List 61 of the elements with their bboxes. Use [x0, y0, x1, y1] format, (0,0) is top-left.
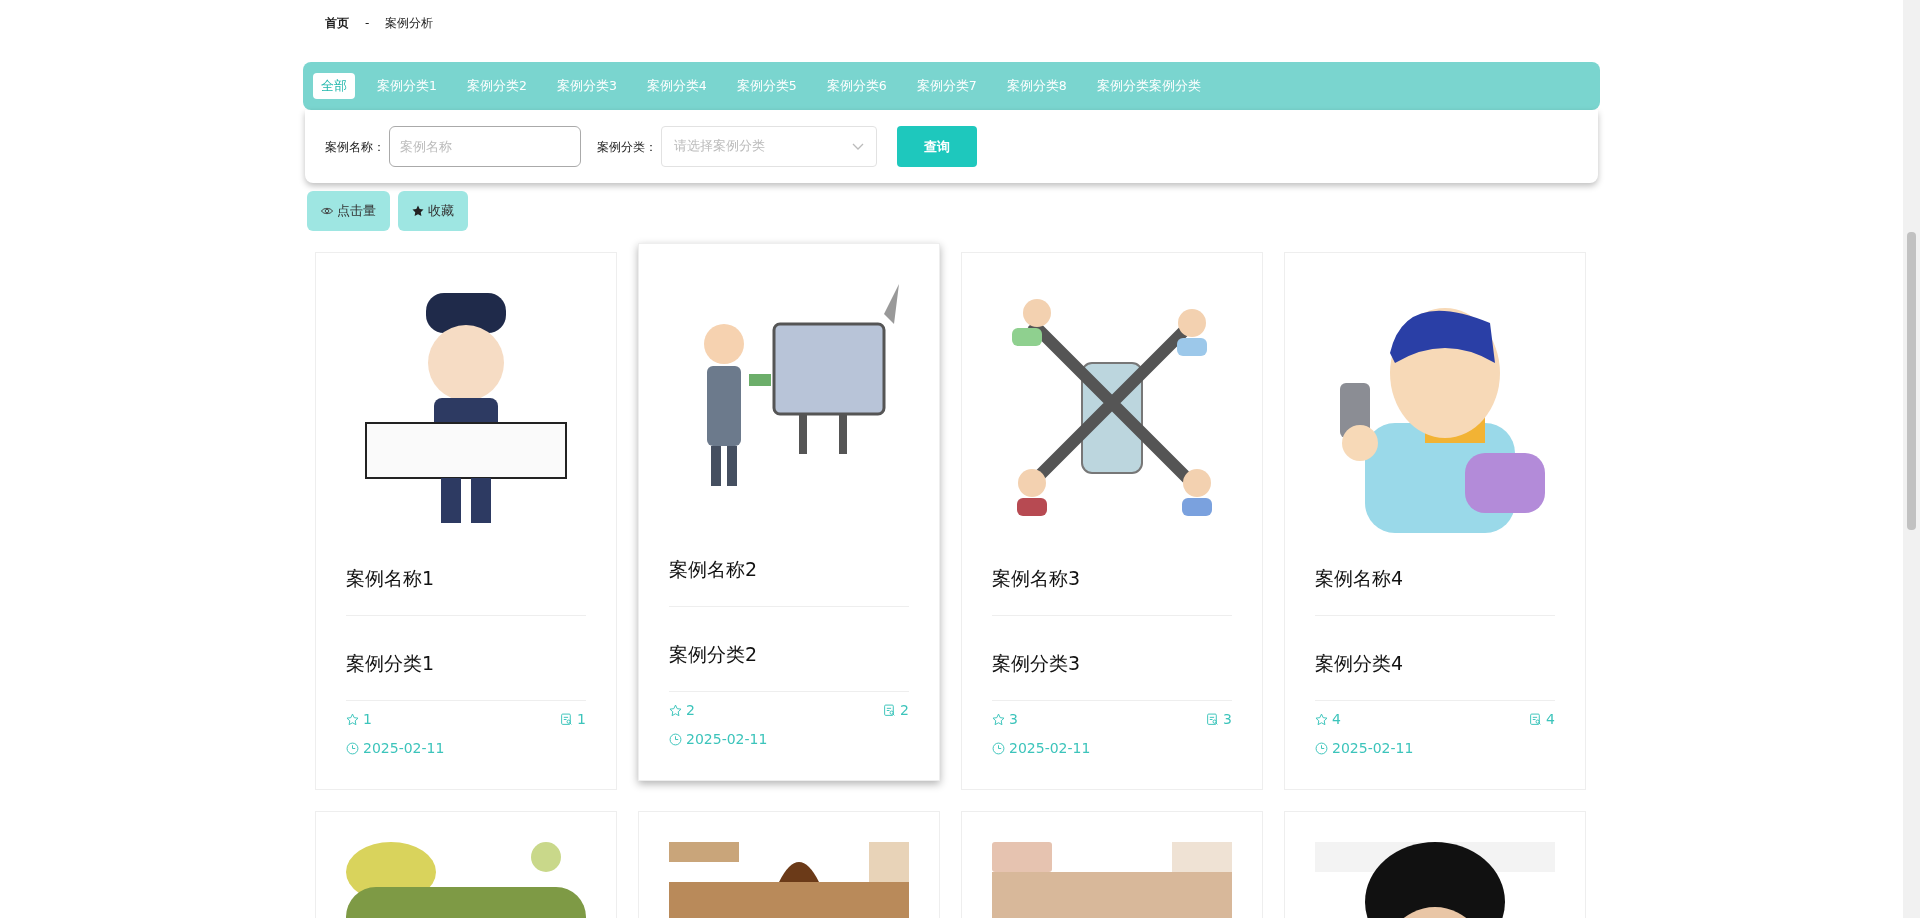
document-icon: [883, 704, 897, 717]
input-field[interactable]: 案例名称: [389, 126, 581, 167]
breadcrumb-link[interactable]: 首页: [325, 14, 349, 62]
scrollbar[interactable]: [1903, 0, 1920, 918]
clock-icon: [1315, 742, 1328, 755]
favorite-count: 4: [1332, 710, 1341, 729]
favorite-count: 1: [363, 710, 372, 729]
clock-icon: [669, 733, 682, 746]
case-card[interactable]: 案例名称2 案例分类2 2 2 2025-02-11: [638, 243, 940, 781]
clock-icon: [992, 742, 1005, 755]
case-category: 案例分类2: [669, 607, 909, 692]
star-icon: [669, 704, 682, 717]
view-count: 3: [1223, 710, 1232, 729]
category-tab[interactable]: 全部: [313, 72, 355, 100]
category-tab[interactable]: 案例分类6: [818, 72, 895, 100]
star-icon: [1315, 713, 1328, 726]
case-name: 案例名称3: [992, 533, 1232, 616]
sort-button[interactable]: 点击量: [307, 191, 390, 231]
star-icon: [992, 713, 1005, 726]
category-tab[interactable]: 案例分类1: [369, 72, 445, 100]
category-tab[interactable]: 案例分类8: [998, 72, 1075, 100]
favorite-count: 2: [686, 701, 695, 720]
case-name: 案例名称1: [346, 533, 586, 616]
category-tab[interactable]: 案例分类3: [548, 72, 625, 100]
eye-icon: [321, 206, 333, 216]
category-tab[interactable]: 案例分类4: [638, 72, 715, 100]
scrollbar-thumb[interactable]: [1907, 232, 1916, 530]
star-icon: [346, 713, 359, 726]
case-category: 案例分类3: [992, 616, 1232, 701]
search-button[interactable]: 查询: [897, 126, 977, 167]
view-count: 2: [900, 701, 909, 720]
document-icon: [560, 713, 574, 726]
case-date: 2025-02-11: [686, 730, 768, 749]
field-label: 案例名称：: [325, 138, 385, 156]
category-tab[interactable]: 案例分类案例分类: [1088, 72, 1209, 100]
document-icon: [1529, 713, 1543, 726]
chevron-down-icon: [852, 142, 864, 151]
sort-button[interactable]: 收藏: [398, 191, 468, 231]
case-card[interactable]: 案例名称3 案例分类3 3 3 2025-02-11: [961, 252, 1263, 790]
field-label: 案例分类：: [597, 138, 657, 156]
case-date: 2025-02-11: [1332, 739, 1414, 758]
case-date: 2025-02-11: [1009, 739, 1091, 758]
category-tab[interactable]: 案例分类5: [728, 72, 805, 100]
document-icon: [1206, 713, 1220, 726]
breadcrumb-separator: -: [365, 15, 370, 32]
select-field[interactable]: 请选择案例分类: [661, 126, 877, 167]
case-date: 2025-02-11: [363, 739, 445, 758]
case-category: 案例分类1: [346, 616, 586, 701]
case-card[interactable]: 案例名称1 案例分类1 1 1 2025-02-11: [315, 252, 617, 790]
favorite-count: 3: [1009, 710, 1018, 729]
category-tab[interactable]: 案例分类7: [908, 72, 985, 100]
case-category: 案例分类4: [1315, 616, 1555, 701]
breadcrumb-current: 案例分析: [385, 15, 434, 32]
view-count: 1: [577, 710, 586, 729]
case-card[interactable]: 案例名称4 案例分类4 4 4 2025-02-11: [1284, 252, 1586, 790]
category-tab[interactable]: 案例分类2: [458, 72, 535, 100]
clock-icon: [346, 742, 359, 755]
case-name: 案例名称4: [1315, 533, 1555, 616]
case-name: 案例名称2: [669, 524, 909, 607]
star-icon: [412, 205, 424, 217]
view-count: 4: [1546, 710, 1555, 729]
